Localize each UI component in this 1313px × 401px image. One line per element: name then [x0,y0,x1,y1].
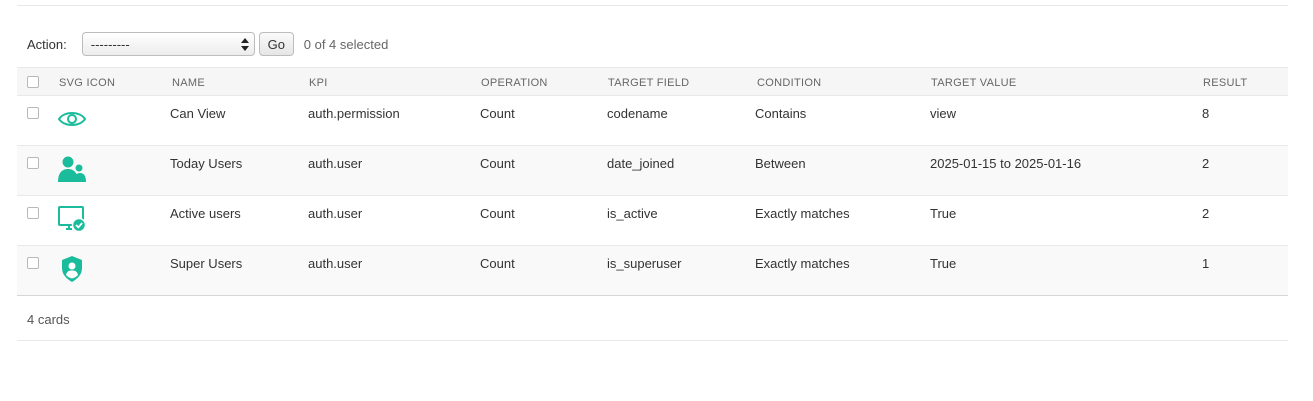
row-checkbox[interactable] [27,157,39,169]
row-target-field: is_active [607,206,658,221]
results-table: SVG ICON NAME KPI OPERATION TARGET FIELD… [17,67,1288,296]
row-target-value: True [930,256,957,271]
row-name-link[interactable]: Can View [170,106,225,121]
column-header-svg-icon[interactable]: SVG ICON [59,77,115,89]
row-target-value: 2025-01-15 to 2025-01-16 [930,156,1082,171]
row-checkbox[interactable] [27,207,39,219]
action-label: Action: [27,36,67,52]
paginator: 4 cards [17,298,1288,341]
go-button[interactable]: Go [258,32,294,56]
row-operation: Count [480,106,515,121]
column-header-name[interactable]: NAME [172,77,205,89]
row-target-value: view [930,106,957,121]
table-row: Today Users auth.user Count date_joined … [17,146,1288,196]
result-count: 4 cards [27,312,70,327]
select-all-checkbox[interactable] [27,76,39,88]
row-name-link[interactable]: Super Users [170,256,242,271]
row-operation: Count [480,206,515,221]
monitor-check-icon [57,204,87,234]
row-kpi: auth.user [308,206,363,221]
action-select[interactable]: --------- [81,32,255,56]
row-name-link[interactable]: Active users [170,206,241,221]
eye-icon [57,104,87,134]
row-condition: Exactly matches [755,256,850,271]
selection-counter: 0 of 4 selected [303,36,389,52]
action-select-value: --------- [90,36,130,52]
shield-user-icon [57,254,87,284]
row-checkbox[interactable] [27,107,39,119]
column-header-result[interactable]: RESULT [1203,77,1247,89]
row-result: 8 [1202,106,1210,121]
column-header-target-field[interactable]: TARGET FIELD [608,77,689,89]
row-kpi: auth.permission [308,106,400,121]
row-result: 1 [1202,256,1210,271]
table-row: Super Users auth.user Count is_superuser… [17,246,1288,296]
row-result: 2 [1202,206,1210,221]
row-condition: Contains [755,106,807,121]
column-header-condition[interactable]: CONDITION [757,77,821,89]
row-target-value: True [930,206,957,221]
row-operation: Count [480,256,515,271]
row-target-field: codename [607,106,668,121]
row-condition: Between [755,156,806,171]
action-bar: Action: --------- Go 0 of 4 selected [17,31,1288,57]
row-target-field: is_superuser [607,256,682,271]
row-condition: Exactly matches [755,206,850,221]
row-checkbox[interactable] [27,257,39,269]
row-operation: Count [480,156,515,171]
top-divider [17,5,1288,6]
row-result: 2 [1202,156,1210,171]
table-row: Can View auth.permission Count codename … [17,96,1288,146]
table-row: Active users auth.user Count is_active E… [17,196,1288,246]
users-icon [57,154,87,184]
select-arrows-icon [240,37,249,51]
row-kpi: auth.user [308,156,363,171]
column-header-target-value[interactable]: TARGET VALUE [931,77,1017,89]
row-target-field: date_joined [607,156,675,171]
row-name-link[interactable]: Today Users [170,156,242,171]
table-header: SVG ICON NAME KPI OPERATION TARGET FIELD… [17,67,1288,96]
column-header-operation[interactable]: OPERATION [481,77,548,89]
row-kpi: auth.user [308,256,363,271]
column-header-kpi[interactable]: KPI [309,77,328,89]
